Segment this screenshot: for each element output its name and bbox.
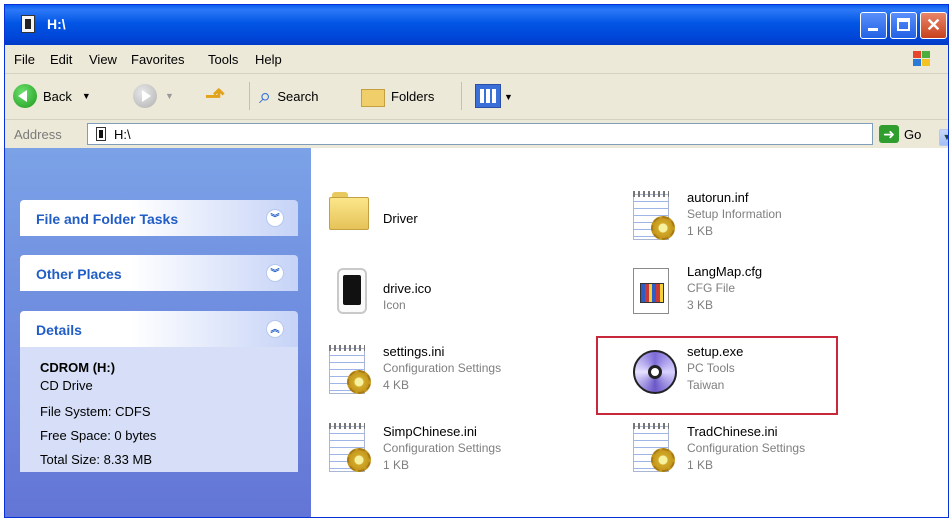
expand-chevron-icon[interactable]: ︾ [266, 209, 284, 227]
toolbar: Back ▼ ▼ ⬏ ⌕ Search Folders ▼ [5, 74, 948, 120]
task-pane: File and Folder Tasks ︾ Other Places ︾ D… [5, 148, 311, 517]
window-title: H:\ [47, 16, 66, 32]
file-name: settings.ini [383, 344, 445, 359]
file-name: LangMap.cfg [687, 264, 763, 279]
file-type: Configuration Settings [383, 361, 502, 375]
file-item-tradchinese[interactable]: TradChinese.ini Configuration Settings 1… [629, 420, 889, 480]
maximize-button[interactable] [890, 12, 917, 39]
file-name: SimpChinese.ini [383, 424, 477, 439]
expand-chevron-icon[interactable]: ︾ [266, 264, 284, 282]
file-name: drive.ico [383, 281, 432, 296]
close-icon: ✕ [925, 15, 942, 35]
up-arrow-icon: ⬏ [205, 82, 226, 110]
toolbar-separator [461, 82, 462, 110]
gear-icon [347, 370, 371, 394]
close-button[interactable]: ✕ [920, 12, 947, 39]
folders-icon [359, 85, 385, 107]
gear-icon [347, 448, 371, 472]
address-label: Address [14, 127, 62, 142]
title-bar[interactable]: H:\ ✕ [5, 5, 948, 45]
gear-icon [651, 448, 675, 472]
file-type: Configuration Settings [687, 441, 806, 455]
other-places-header[interactable]: Other Places ︾ [20, 255, 298, 291]
file-type: Icon [383, 298, 406, 312]
collapse-chevron-icon[interactable]: ︽ [266, 320, 284, 338]
file-size: 4 KB [383, 378, 410, 392]
gear-icon [651, 216, 675, 240]
search-icon: ⌕ [259, 83, 272, 108]
menu-tools[interactable]: Tools [208, 52, 238, 67]
menu-edit[interactable]: Edit [50, 52, 72, 67]
file-size: 1 KB [687, 458, 714, 472]
file-name: TradChinese.ini [687, 424, 778, 439]
drive-icon [96, 127, 106, 141]
toolbar-separator [249, 82, 250, 110]
file-list: Driver autorun.inf Setup Information 1 K… [311, 148, 948, 517]
go-arrow-icon[interactable]: ➜ [879, 125, 899, 143]
address-dropdown-icon[interactable]: ▼ [939, 129, 948, 146]
menu-help[interactable]: Help [255, 52, 282, 67]
file-size: 3 KB [687, 298, 714, 312]
address-value: H:\ [114, 127, 131, 142]
selection-highlight-box [596, 336, 838, 415]
address-bar: Address H:\ ▼ ➜ Go [5, 120, 948, 149]
file-item-settings[interactable]: settings.ini Configuration Settings 4 KB [325, 342, 585, 402]
file-item-drive-ico[interactable]: drive.ico Icon [325, 260, 585, 320]
back-dropdown-icon[interactable]: ▼ [82, 91, 91, 101]
device-icon [337, 268, 367, 314]
menu-file[interactable]: File [14, 52, 35, 67]
views-icon[interactable] [475, 84, 501, 108]
details-drive-name: CDROM (H:) [40, 360, 116, 375]
back-arrow-icon [13, 84, 37, 108]
maximize-icon [897, 18, 910, 31]
windows-logo-icon [913, 51, 931, 67]
address-input[interactable]: H:\ ▼ [87, 123, 948, 146]
search-label: Search [277, 88, 319, 104]
file-name: autorun.inf [687, 190, 749, 205]
file-name: Driver [383, 211, 418, 226]
file-size: 1 KB [687, 224, 714, 238]
folder-icon [329, 190, 369, 230]
menu-bar: File Edit View Favorites Tools Help [5, 45, 948, 74]
minimize-icon [868, 28, 878, 31]
file-type: CFG File [687, 281, 735, 295]
details-file-system: File System: CDFS [40, 404, 151, 419]
details-free-space: Free Space: 0 bytes [40, 428, 157, 443]
views-dropdown-icon[interactable]: ▼ [504, 92, 513, 102]
folders-button[interactable]: Folders [359, 82, 434, 110]
forward-dropdown-icon[interactable]: ▼ [165, 91, 174, 101]
back-button[interactable]: Back ▼ [13, 82, 91, 110]
file-size: 1 KB [383, 458, 410, 472]
up-folder-button[interactable]: ⬏ [205, 82, 225, 110]
details-panel: CDROM (H:) CD Drive File System: CDFS Fr… [20, 347, 298, 472]
drive-icon [21, 15, 35, 33]
cfg-file-icon [633, 268, 669, 314]
file-folder-tasks-title: File and Folder Tasks [36, 211, 179, 227]
go-button[interactable]: Go [904, 127, 921, 142]
file-item-langmap[interactable]: LangMap.cfg CFG File 3 KB [629, 260, 889, 320]
details-title: Details [36, 322, 82, 338]
menu-favorites[interactable]: Favorites [131, 52, 184, 67]
details-total-size: Total Size: 8.33 MB [40, 452, 152, 467]
file-item-autorun[interactable]: autorun.inf Setup Information 1 KB [629, 186, 889, 246]
other-places-title: Other Places [36, 266, 122, 282]
explorer-window: H:\ ✕ File Edit View Favorites Tools Hel… [4, 4, 949, 518]
forward-button[interactable]: ▼ [133, 82, 174, 110]
search-button[interactable]: ⌕ Search [259, 82, 319, 110]
details-drive-type: CD Drive [40, 378, 93, 393]
file-folder-tasks-header[interactable]: File and Folder Tasks ︾ [20, 200, 298, 236]
file-type: Configuration Settings [383, 441, 502, 455]
details-header[interactable]: Details ︽ [20, 311, 298, 347]
file-type: Setup Information [687, 207, 782, 221]
menu-view[interactable]: View [89, 52, 117, 67]
file-item-driver[interactable]: Driver [325, 186, 585, 242]
folders-label: Folders [391, 88, 435, 104]
back-label: Back [43, 88, 72, 104]
forward-arrow-icon [133, 84, 157, 108]
minimize-button[interactable] [860, 12, 887, 39]
file-item-simpchinese[interactable]: SimpChinese.ini Configuration Settings 1… [325, 420, 585, 480]
